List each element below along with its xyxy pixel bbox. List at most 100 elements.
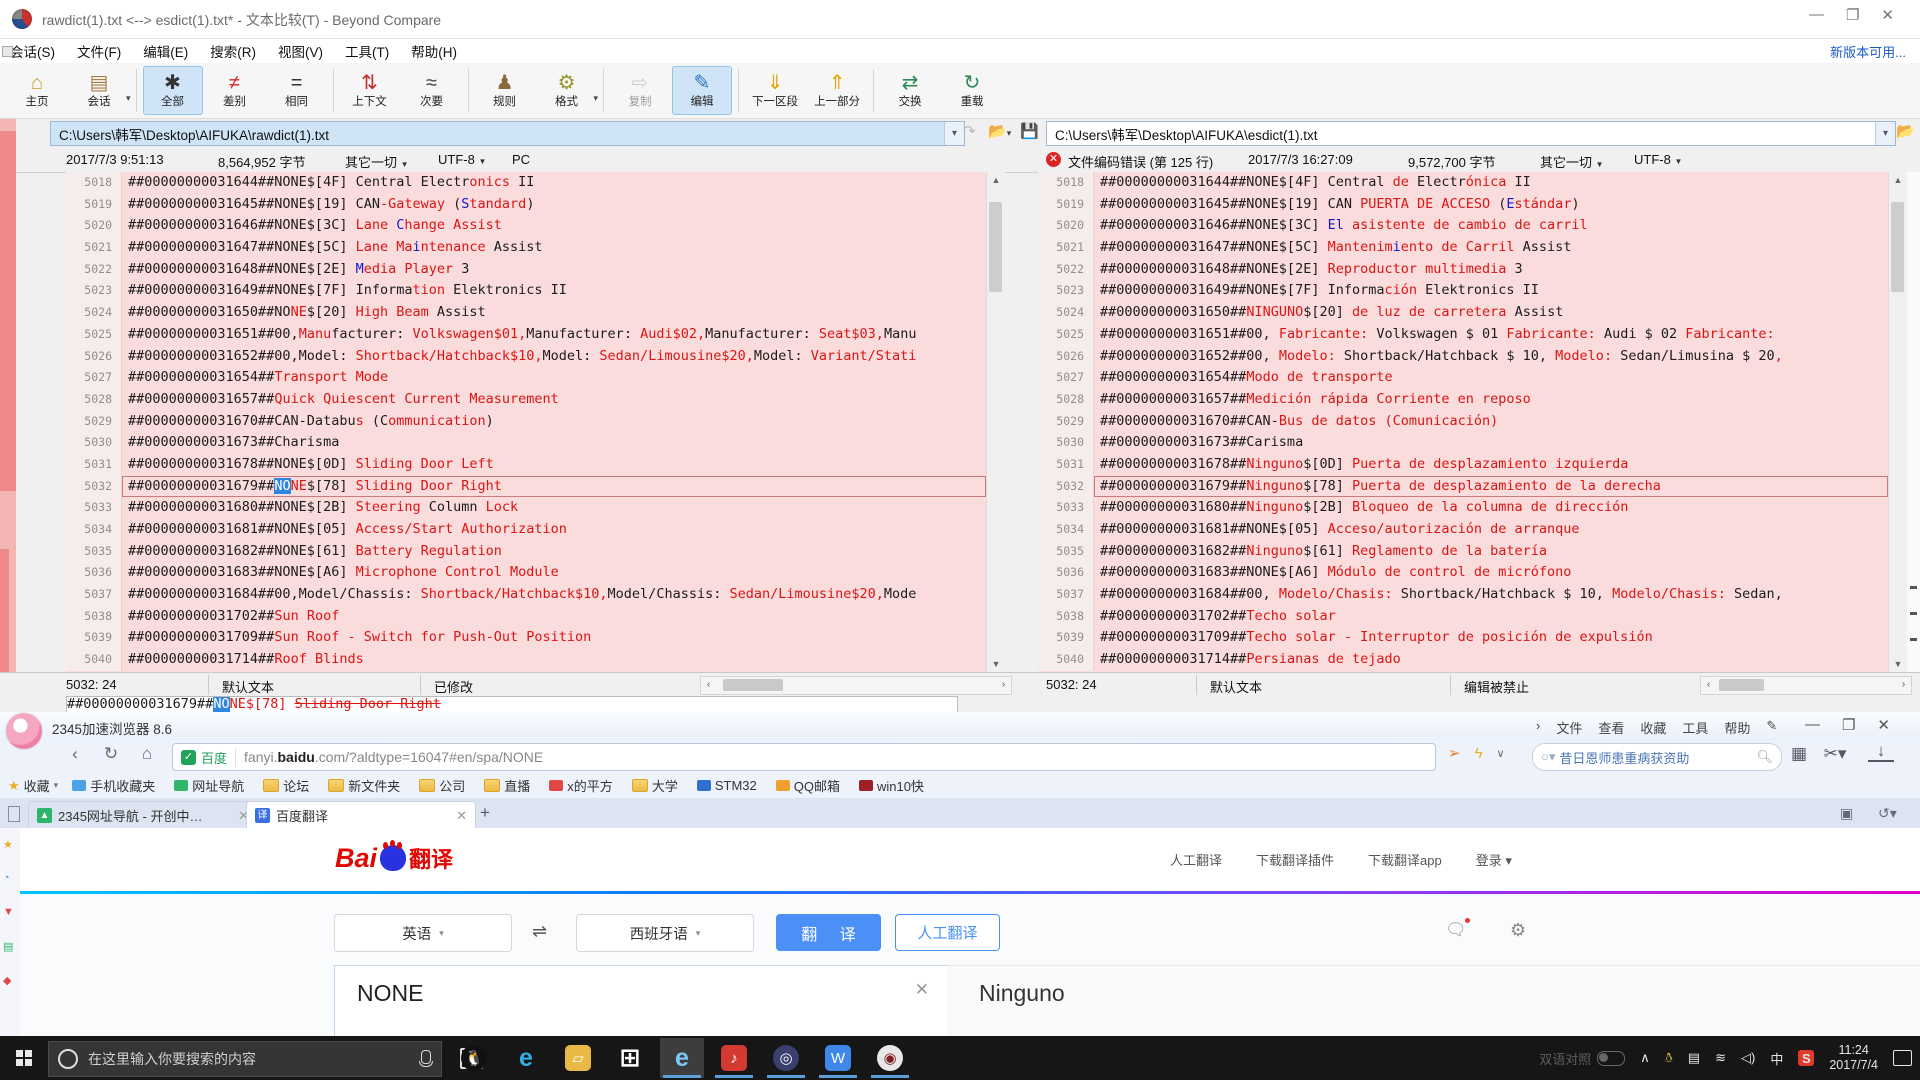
search-hotword[interactable]: 昔日恩师患重病获资助	[1559, 748, 1689, 767]
taskbar-recorder-icon[interactable]: ◉	[868, 1038, 912, 1078]
code-line-5025[interactable]: 5025##00000000031651##00,Manufacturer: V…	[66, 324, 986, 346]
bookmark-直播[interactable]: 直播	[484, 776, 530, 795]
bookmark-公司[interactable]: 公司	[419, 776, 465, 795]
format-dropdown-icon[interactable]: ▾	[594, 93, 599, 104]
code-line-5026[interactable]: 5026##00000000031652##00, Modelo: Shortb…	[1038, 346, 1888, 368]
right-encoding-dropdown[interactable]: UTF-8 ▼	[1634, 152, 1682, 167]
code-line-5019[interactable]: 5019##00000000031645##NONE$[19] CAN-Gate…	[66, 194, 986, 216]
back-icon[interactable]: ‹	[62, 744, 88, 764]
human-translate-button[interactable]: 人工翻译	[895, 914, 1000, 951]
start-button[interactable]	[0, 1036, 48, 1080]
bc-menu-会话(S)[interactable]: 会话(S)	[10, 41, 55, 61]
bookmarks-root-button[interactable]: ★ 收藏▾	[8, 776, 58, 795]
action-center-icon[interactable]	[1893, 1050, 1912, 1066]
toolbar-same-button[interactable]: =相同	[267, 66, 327, 115]
right-scroll-up-icon[interactable]: ▲	[1889, 172, 1907, 188]
translate-input-panel[interactable]: NONE ✕	[334, 965, 948, 1036]
bc-menu-帮助(H)[interactable]: 帮助(H)	[411, 41, 457, 61]
bookmark-x的平方[interactable]: x的平方	[549, 776, 613, 795]
feedback-icon[interactable]: 🗨︎	[1445, 920, 1467, 940]
right-hscroll-right-icon[interactable]: ›	[1896, 677, 1911, 694]
toolbar-next-section-button[interactable]: ⇓下一区段	[745, 66, 805, 115]
open-folder-right-icon[interactable]: 📂	[1896, 122, 1915, 140]
edit-page-icon[interactable]: ✎	[1766, 718, 1777, 737]
url-text[interactable]: fanyi.baidu.com/?aldtype=16047#en/spa/NO…	[244, 749, 543, 765]
bookmark-大学[interactable]: 大学	[632, 776, 678, 795]
translate-button[interactable]: 翻 译	[776, 914, 881, 951]
reopen-closed-tab-icon[interactable]: ↺▾	[1878, 805, 1897, 822]
code-line-5020[interactable]: 5020##00000000031646##NONE$[3C] El asist…	[1038, 215, 1888, 237]
code-line-5039[interactable]: 5039##00000000031709##Techo solar - Inte…	[1038, 627, 1888, 649]
apps-grid-icon[interactable]: ▦	[1786, 744, 1812, 764]
toolbar-rules-button[interactable]: ♟规则	[475, 66, 535, 115]
bookmark-STM32[interactable]: STM32	[697, 776, 757, 795]
taskbar-netease-music-icon[interactable]: ♪	[712, 1038, 756, 1078]
side-star-icon[interactable]: ★	[3, 838, 13, 851]
left-encoding-dropdown[interactable]: UTF-8 ▼	[438, 152, 486, 167]
left-filter-dropdown[interactable]: 其它一切 ▼	[345, 152, 409, 171]
code-line-5025[interactable]: 5025##00000000031651##00, Fabricante: Vo…	[1038, 324, 1888, 346]
left-horizontal-scrollbar[interactable]: ‹ ›	[700, 676, 1012, 695]
url-bar[interactable]: ✓ 百度 fanyi.baidu.com/?aldtype=16047#en/s…	[172, 743, 1436, 771]
code-line-5019[interactable]: 5019##00000000031645##NONE$[19] CAN PUER…	[1038, 194, 1888, 216]
code-line-5031[interactable]: 5031##00000000031678##NONE$[0D] Sliding …	[66, 454, 986, 476]
bookmark-网址导航[interactable]: 网址导航	[174, 776, 244, 795]
undo-arrow-icon[interactable]: ↷	[963, 122, 976, 140]
refresh-icon[interactable]: ↻	[98, 744, 124, 764]
code-line-5033[interactable]: 5033##00000000031680##Ninguno$[2B] Bloqu…	[1038, 497, 1888, 519]
tab-2345网址导航 - 开创中…[interactable]: ▲2345网址导航 - 开创中…✕	[28, 801, 258, 829]
bc-menu-编辑(E)[interactable]: 编辑(E)	[143, 41, 188, 61]
tab-百度翻译[interactable]: 译百度翻译✕	[246, 801, 476, 829]
left-vertical-scrollbar[interactable]: ▲ ▼	[986, 172, 1005, 672]
baidu-nav-人工翻译[interactable]: 人工翻译	[1170, 850, 1222, 869]
code-line-5024[interactable]: 5024##00000000031650##NONE$[20] High Bea…	[66, 302, 986, 324]
toolbar-edit-button[interactable]: ✎编辑	[672, 66, 732, 115]
code-line-5018[interactable]: 5018##00000000031644##NONE$[4F] Central …	[1038, 172, 1888, 194]
source-language-select[interactable]: 英语▾	[334, 914, 512, 952]
left-hscroll-left-icon[interactable]: ‹	[701, 677, 716, 694]
tray-battery-icon[interactable]: ▤	[1688, 1050, 1700, 1066]
right-file-path-input[interactable]: C:\Users\韩军\Desktop\AIFUKA\esdict(1).txt…	[1046, 121, 1896, 146]
toolbar-swap-button[interactable]: ⇄交换	[880, 66, 940, 115]
bc-minimize-button[interactable]: —	[1809, 6, 1824, 24]
right-scroll-thumb[interactable]	[1891, 202, 1904, 292]
toolbar-context-button[interactable]: ⇅上下文	[340, 66, 400, 115]
code-line-5028[interactable]: 5028##00000000031657##Medición rápida Co…	[1038, 389, 1888, 411]
right-hscroll-thumb[interactable]	[1719, 679, 1764, 691]
left-scroll-up-icon[interactable]: ▲	[987, 172, 1005, 188]
code-line-5018[interactable]: 5018##00000000031644##NONE$[4F] Central …	[66, 172, 986, 194]
code-line-5035[interactable]: 5035##00000000031682##Ninguno$[61] Regla…	[1038, 541, 1888, 563]
code-line-5036[interactable]: 5036##00000000031683##NONE$[A6] Micropho…	[66, 562, 986, 584]
code-line-5030[interactable]: 5030##00000000031673##Carisma	[1038, 432, 1888, 454]
toolbar-differences-button[interactable]: ≠差别	[205, 66, 265, 115]
translate-input-text[interactable]: NONE	[357, 980, 423, 1007]
browser-maximize-button[interactable]: ❐	[1842, 716, 1855, 734]
code-line-5022[interactable]: 5022##00000000031648##NONE$[2E] Reproduc…	[1038, 259, 1888, 281]
tab-close-icon[interactable]: ✕	[446, 808, 467, 824]
taskbar-word-w-icon[interactable]: W	[816, 1038, 860, 1078]
code-line-5021[interactable]: 5021##00000000031647##NONE$[5C] Mantenim…	[1038, 237, 1888, 259]
side-history-icon[interactable]: ◔	[3, 872, 10, 884]
code-line-5026[interactable]: 5026##00000000031652##00,Model: Shortbac…	[66, 346, 986, 368]
code-line-5033[interactable]: 5033##00000000031680##NONE$[2B] Steering…	[66, 497, 986, 519]
left-hscroll-right-icon[interactable]: ›	[996, 677, 1011, 694]
left-scroll-down-icon[interactable]: ▼	[987, 656, 1005, 672]
code-line-5032[interactable]: 5032##00000000031679##NONE$[78] Sliding …	[66, 476, 986, 498]
bc-menu-视图(V)[interactable]: 视图(V)	[278, 41, 323, 61]
code-line-5038[interactable]: 5038##00000000031702##Sun Roof	[66, 606, 986, 628]
code-line-5029[interactable]: 5029##00000000031670##CAN-Databus (Commu…	[66, 411, 986, 433]
left-path-dropdown-icon[interactable]: ▾	[944, 122, 964, 145]
file-map-strip[interactable]	[0, 119, 16, 694]
code-line-5031[interactable]: 5031##00000000031678##Ninguno$[0D] Puert…	[1038, 454, 1888, 476]
browser-minimize-button[interactable]: —	[1805, 716, 1820, 734]
new-tab-button[interactable]: +	[480, 803, 490, 823]
toolbar-minor-button[interactable]: ≈次要	[402, 66, 462, 115]
taskbar-microsoft-store-icon[interactable]: ⊞	[608, 1038, 652, 1078]
sogou-icon[interactable]: S	[1798, 1050, 1814, 1066]
code-line-5024[interactable]: 5024##00000000031650##NINGUNO$[20] de lu…	[1038, 302, 1888, 324]
browser-menu-工具[interactable]: 工具	[1682, 718, 1708, 737]
home-icon[interactable]: ⌂	[134, 744, 160, 764]
toolbar-all-button[interactable]: ✱全部	[143, 66, 203, 115]
code-line-5027[interactable]: 5027##00000000031654##Transport Mode	[66, 367, 986, 389]
code-line-5032[interactable]: 5032##00000000031679##Ninguno$[78] Puert…	[1038, 476, 1888, 498]
